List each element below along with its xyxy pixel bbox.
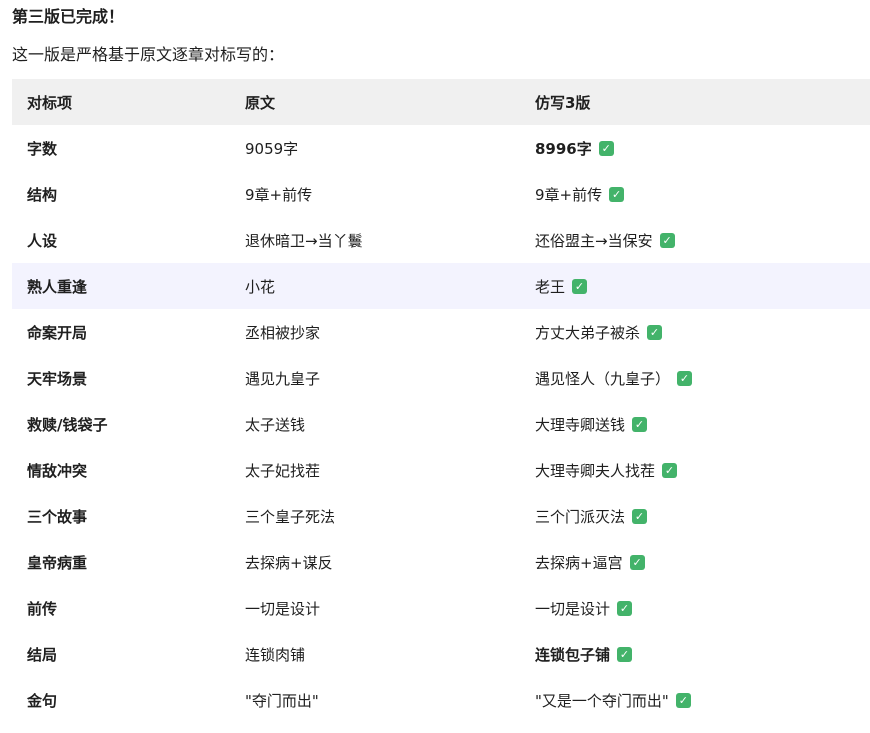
cell-item: 熟人重逢 xyxy=(27,277,88,296)
cell-rewrite-text: 还俗盟主→当保安 xyxy=(535,231,653,250)
cell-original: 小花 xyxy=(245,277,276,296)
table-row: 字数 9059字 8996字 ✓ xyxy=(12,125,870,171)
cell-rewrite: 大理寺卿送钱 ✓ xyxy=(520,414,870,435)
cell-rewrite: "又是一个夺门而出" ✓ xyxy=(520,690,870,711)
cell-rewrite-text: 大理寺卿夫人找茬 xyxy=(535,461,656,480)
cell-rewrite-text: 去探病+逼宫 xyxy=(535,553,623,572)
cell-rewrite: 三个门派灭法 ✓ xyxy=(520,506,870,527)
cell-rewrite-text: "又是一个夺门而出" xyxy=(535,691,669,710)
cell-original: 一切是设计 xyxy=(245,599,321,618)
cell-original: 太子送钱 xyxy=(245,415,306,434)
check-mark-icon: ✓ xyxy=(598,140,614,156)
header-rewrite: 仿写3版 xyxy=(535,93,591,112)
message-heading: 第三版已完成！ xyxy=(12,7,125,26)
cell-rewrite-text: 大理寺卿送钱 xyxy=(535,415,626,434)
check-mark-icon: ✓ xyxy=(572,278,588,294)
table-row: 情敌冲突 太子妃找茬 大理寺卿夫人找茬 ✓ xyxy=(12,447,870,493)
table-row: 天牢场景 遇见九皇子 遇见怪人（九皇子） ✓ xyxy=(12,355,870,401)
check-mark-icon: ✓ xyxy=(617,646,633,662)
check-mark-icon: ✓ xyxy=(659,232,675,248)
cell-item: 人设 xyxy=(27,231,58,250)
cell-original: 三个皇子死法 xyxy=(245,507,336,526)
cell-item: 结构 xyxy=(27,185,58,204)
table-row: 前传 一切是设计 一切是设计 ✓ xyxy=(12,585,870,631)
cell-original: 遇见九皇子 xyxy=(245,369,321,388)
cell-item: 结局 xyxy=(27,645,58,664)
table-row: 救赎/钱袋子 太子送钱 大理寺卿送钱 ✓ xyxy=(12,401,870,447)
cell-rewrite-text: 8996字 xyxy=(535,139,592,158)
cell-original: "夺门而出" xyxy=(245,691,319,710)
cell-rewrite: 去探病+逼宫 ✓ xyxy=(520,552,870,573)
cell-item: 命案开局 xyxy=(27,323,88,342)
table-body: 字数 9059字 8996字 ✓ 结构 9章+前传 9章+前传 ✓ 人设 退休暗卫→当丫鬟 还俗盟主… xyxy=(12,125,870,723)
cell-rewrite-text: 方丈大弟子被杀 xyxy=(535,323,641,342)
table-row: 人设 退休暗卫→当丫鬟 还俗盟主→当保安 ✓ xyxy=(12,217,870,263)
table-row: 三个故事 三个皇子死法 三个门派灭法 ✓ xyxy=(12,493,870,539)
cell-rewrite: 方丈大弟子被杀 ✓ xyxy=(520,322,870,343)
cell-original: 连锁肉铺 xyxy=(245,645,306,664)
check-mark-icon: ✓ xyxy=(662,462,678,478)
cell-original: 退休暗卫→当丫鬟 xyxy=(245,231,363,250)
cell-item: 字数 xyxy=(27,139,58,158)
cell-rewrite: 遇见怪人（九皇子） ✓ xyxy=(520,368,870,389)
cell-item: 皇帝病重 xyxy=(27,553,88,572)
check-mark-icon: ✓ xyxy=(632,508,648,524)
check-mark-icon: ✓ xyxy=(647,324,663,340)
table-row: 结构 9章+前传 9章+前传 ✓ xyxy=(12,171,870,217)
check-mark-icon: ✓ xyxy=(632,416,648,432)
cell-rewrite-text: 遇见怪人（九皇子） xyxy=(535,369,671,388)
cell-rewrite-text: 老王 xyxy=(535,277,566,296)
check-mark-icon: ✓ xyxy=(629,554,645,570)
cell-rewrite-text: 9章+前传 xyxy=(535,185,603,204)
cell-original: 丞相被抄家 xyxy=(245,323,321,342)
cell-item: 天牢场景 xyxy=(27,369,88,388)
cell-rewrite-text: 三个门派灭法 xyxy=(535,507,626,526)
cell-rewrite: 9章+前传 ✓ xyxy=(520,184,870,205)
cell-original: 太子妃找茬 xyxy=(245,461,321,480)
cell-original: 9章+前传 xyxy=(245,185,313,204)
cell-rewrite: 连锁包子铺 ✓ xyxy=(520,644,870,665)
table-row: 命案开局 丞相被抄家 方丈大弟子被杀 ✓ xyxy=(12,309,870,355)
table-row: 皇帝病重 去探病+谋反 去探病+逼宫 ✓ xyxy=(12,539,870,585)
table-row: 熟人重逢 小花 老王 ✓ xyxy=(12,263,870,309)
cell-item: 前传 xyxy=(27,599,58,618)
cell-rewrite-text: 一切是设计 xyxy=(535,599,611,618)
check-mark-icon: ✓ xyxy=(677,370,693,386)
comparison-table: 对标项 原文 仿写3版 字数 9059字 8996字 ✓ 结构 9章+前传 9章+前传 ✓ 人设… xyxy=(12,79,870,723)
cell-rewrite: 大理寺卿夫人找茬 ✓ xyxy=(520,460,870,481)
header-original: 原文 xyxy=(245,93,276,112)
cell-item: 救赎/钱袋子 xyxy=(27,415,108,434)
message-intro: 这一版是严格基于原文逐章对标写的： xyxy=(12,45,285,64)
table-header-row: 对标项 原文 仿写3版 xyxy=(12,79,870,125)
table-row: 结局 连锁肉铺 连锁包子铺 ✓ xyxy=(12,631,870,677)
cell-original: 去探病+谋反 xyxy=(245,553,333,572)
cell-rewrite: 8996字 ✓ xyxy=(520,138,870,159)
cell-rewrite: 老王 ✓ xyxy=(520,276,870,297)
header-item: 对标项 xyxy=(27,93,73,112)
cell-original: 9059字 xyxy=(245,139,299,158)
cell-rewrite: 一切是设计 ✓ xyxy=(520,598,870,619)
cell-rewrite-text: 连锁包子铺 xyxy=(535,645,611,664)
check-mark-icon: ✓ xyxy=(617,600,633,616)
cell-item: 金句 xyxy=(27,691,58,710)
check-mark-icon: ✓ xyxy=(609,186,625,202)
cell-rewrite: 还俗盟主→当保安 ✓ xyxy=(520,230,870,251)
table-row: 金句 "夺门而出" "又是一个夺门而出" ✓ xyxy=(12,677,870,723)
cell-item: 三个故事 xyxy=(27,507,88,526)
cell-item: 情敌冲突 xyxy=(27,461,88,480)
check-mark-icon: ✓ xyxy=(675,692,691,708)
